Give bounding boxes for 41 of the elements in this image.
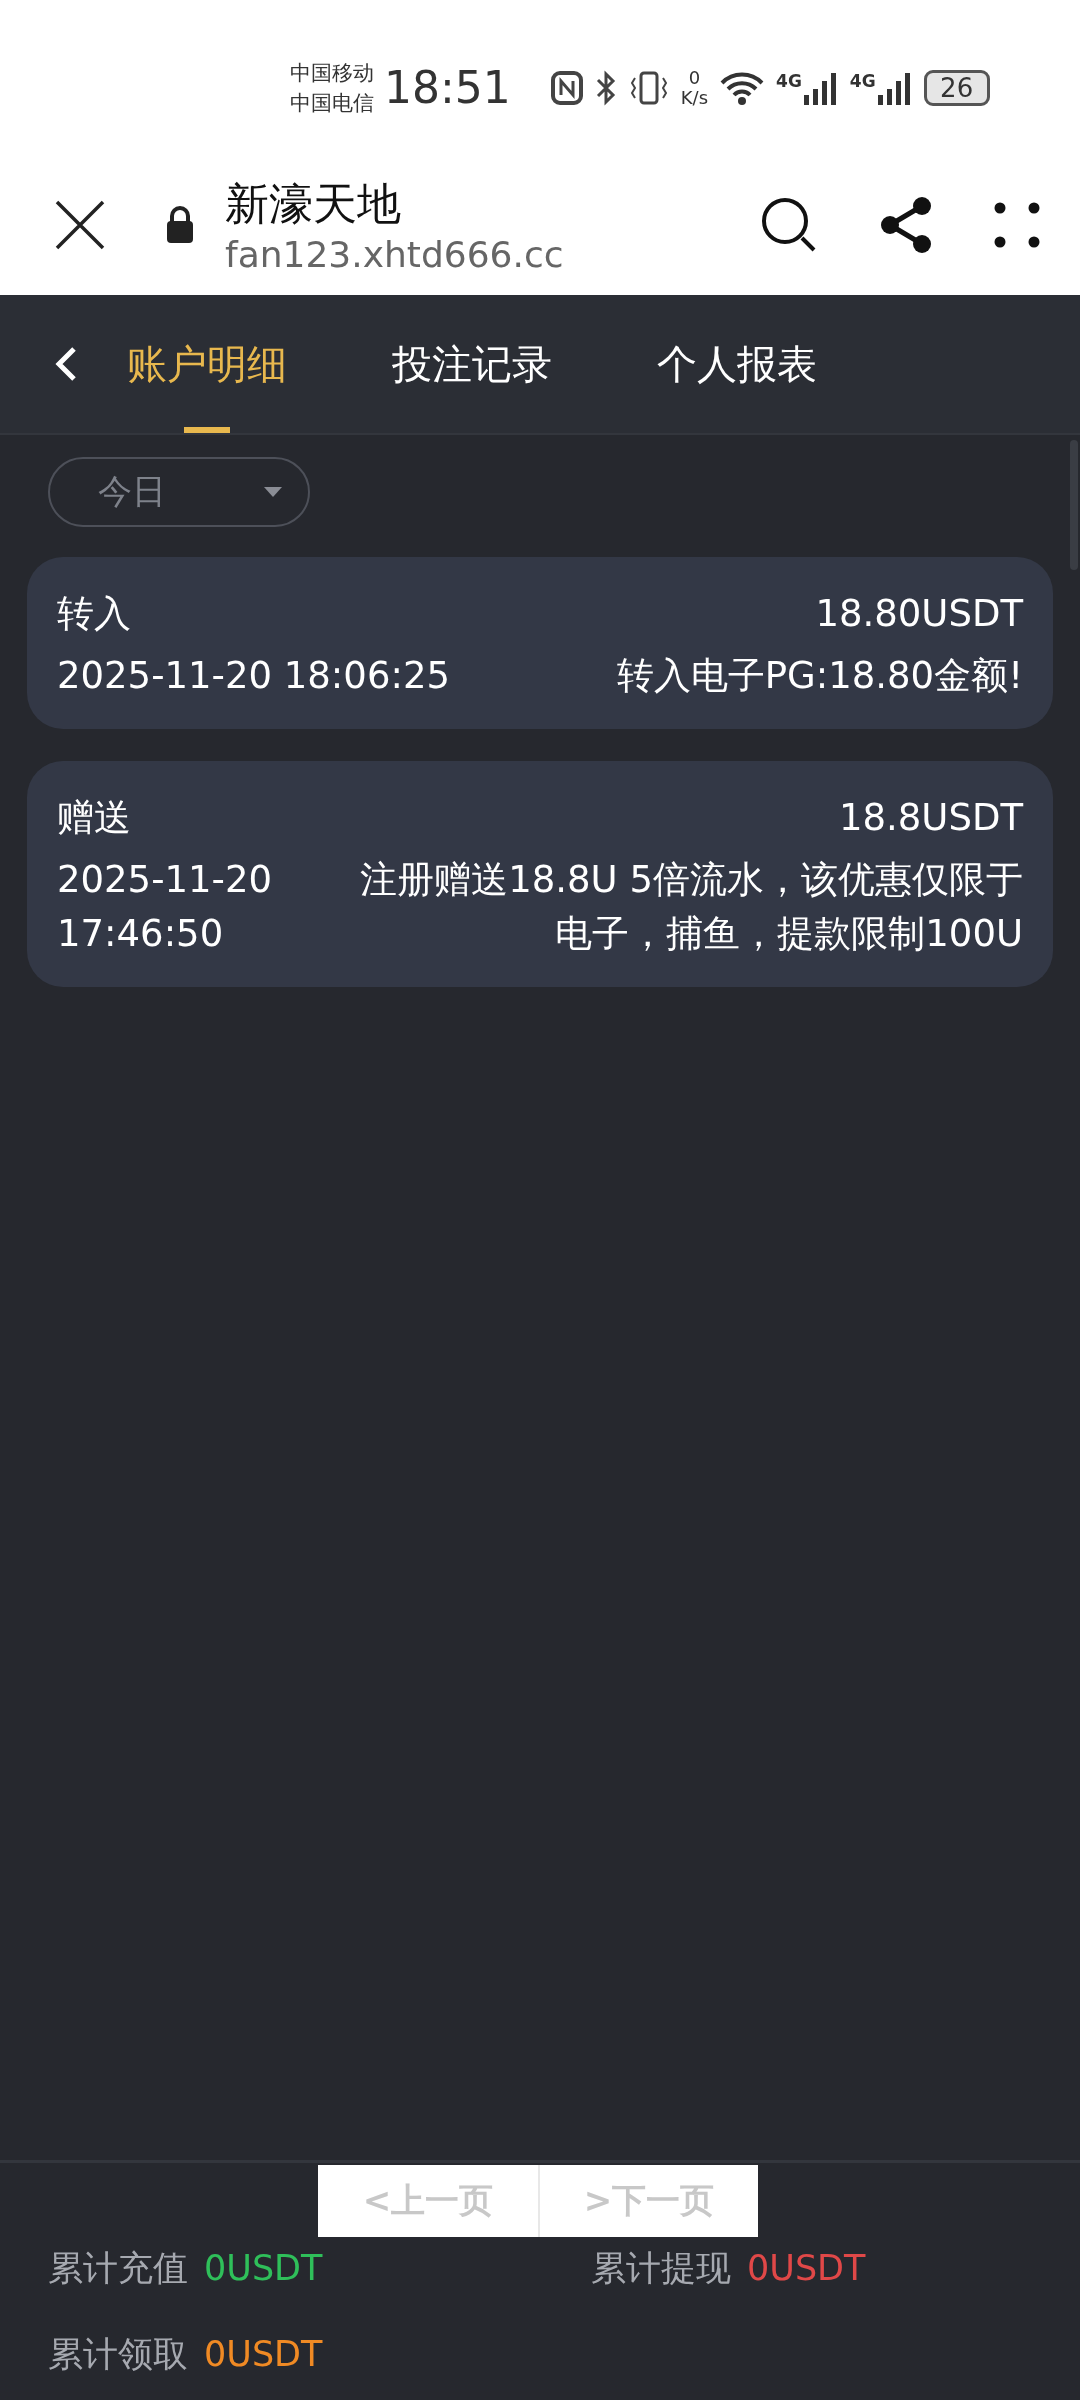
record-type: 赠送: [57, 795, 132, 841]
record-amount: 18.80USDT: [814, 591, 1023, 637]
summary-label: 累计提现: [591, 2246, 731, 2290]
record-date: 2025-11-20 17:46:50: [57, 857, 274, 957]
bluetooth-icon: [594, 69, 617, 106]
record-amount: 18.8USDT: [837, 795, 1023, 841]
tab[interactable]: 账户明细: [127, 295, 287, 433]
carrier-name: 中国电信: [290, 89, 374, 117]
tab[interactable]: 投注记录: [392, 295, 552, 433]
network-type: 4G: [776, 70, 802, 91]
clock: 18:51: [384, 62, 511, 113]
date-filter-dropdown[interactable]: 今日: [48, 457, 310, 527]
lock-icon: [165, 206, 195, 244]
record-note: 注册赠送18.8U 5倍流水，该优惠仅限于电子，捕鱼，提款限制100U: [359, 857, 1023, 957]
record-type: 转入: [57, 591, 132, 637]
vibrate-icon: [628, 69, 669, 106]
caret-icon: [264, 487, 282, 497]
signal-icon: [877, 70, 912, 105]
close-icon[interactable]: [55, 200, 105, 250]
wifi-icon: [720, 70, 765, 105]
signal-icon: [803, 70, 838, 105]
net-speed: 0: [688, 67, 701, 88]
summary-label: 累计领取: [48, 2332, 188, 2376]
carrier-name: 中国移动: [290, 59, 374, 87]
net-speed-unit: K/s: [680, 87, 709, 108]
summary-value: 0USDT: [204, 2248, 323, 2288]
record-date: 2025-11-20 18:06:25: [57, 653, 450, 699]
page-url: fan123.xhtd666.cc: [225, 234, 565, 275]
network-type: 4G: [849, 70, 876, 91]
page-title: 新濠天地: [225, 177, 402, 231]
more-icon[interactable]: [994, 202, 1040, 248]
back-icon[interactable]: [55, 346, 77, 382]
nfc-icon: [550, 70, 583, 105]
summary-value: 0USDT: [204, 2334, 323, 2374]
record-note: 转入电子PG:18.80金额!: [615, 653, 1023, 699]
share-icon[interactable]: [878, 196, 934, 254]
tab[interactable]: 个人报表: [657, 295, 817, 433]
summary-value: 0USDT: [747, 2248, 866, 2288]
search-icon[interactable]: [760, 196, 818, 254]
summary-label: 累计充值: [48, 2246, 188, 2290]
battery-level: 26: [923, 69, 990, 106]
